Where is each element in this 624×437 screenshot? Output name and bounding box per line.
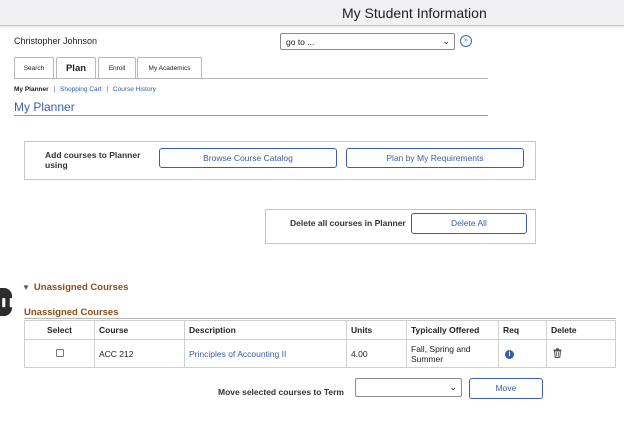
unassigned-table-title: Unassigned Courses (24, 307, 119, 318)
move-button[interactable]: Move (469, 378, 543, 399)
tab-my-academics[interactable]: My Academics (137, 57, 202, 78)
tab-enroll[interactable]: Enroll (98, 57, 136, 78)
subnav-separator: | (106, 86, 109, 93)
select-cell (24, 339, 95, 368)
column-header-typically-offered: Typically Offered (406, 320, 499, 340)
unassigned-courses-toggle[interactable]: ▼ Unassigned Courses (22, 282, 128, 293)
column-header-req: Req (498, 320, 547, 340)
info-icon[interactable]: i (505, 350, 514, 359)
subnav-separator: | (53, 86, 56, 93)
tab-plan[interactable]: Plan (56, 57, 96, 79)
side-panel-toggle[interactable]: ❚❚ (0, 288, 16, 316)
subnav-my-planner: My Planner (14, 86, 49, 93)
unassigned-courses-table: Select Course Description Units Typicall… (24, 320, 616, 368)
page-header-title: My Student Information (342, 5, 487, 21)
unassigned-section-title: Unassigned Courses (33, 282, 129, 293)
tab-divider (14, 78, 488, 79)
table-header-row: Select Course Description Units Typicall… (24, 320, 616, 340)
column-header-course: Course (94, 320, 185, 340)
select-course-checkbox[interactable] (55, 348, 64, 357)
move-to-term-label: Move selected courses to Term (218, 387, 344, 397)
column-header-select: Select (24, 320, 95, 340)
description-cell: Principles of Accounting II (184, 339, 347, 368)
title-divider (14, 115, 488, 116)
subnav-course-history-link[interactable]: Course History (113, 86, 156, 93)
column-header-description: Description (184, 320, 347, 340)
chevron-down-icon: ⌄ (442, 36, 450, 46)
top-bar: My Student Information (0, 0, 624, 26)
typically-offered-value: Fall, Spring and Summer (406, 339, 499, 368)
add-courses-label: Add courses to Planner using (45, 150, 141, 170)
goto-select[interactable]: go to ... ⌄ (280, 33, 455, 50)
course-description-link[interactable]: Principles of Accounting II (189, 349, 286, 359)
go-button[interactable]: » (460, 35, 472, 47)
table-caption-divider (24, 318, 616, 319)
pause-bars-icon: ❚❚ (0, 297, 16, 307)
req-cell: i (498, 339, 547, 368)
goto-select-value: go to ... (286, 37, 315, 47)
units-value: 4.00 (346, 339, 407, 368)
tab-search[interactable]: Search (14, 57, 54, 78)
page-title: My Planner (14, 100, 75, 114)
chevron-down-icon: ⌄ (449, 382, 457, 392)
double-arrow-right-icon: » (464, 37, 468, 44)
subnav-shopping-cart-link[interactable]: Shopping Cart (60, 86, 102, 93)
column-header-delete: Delete (546, 320, 616, 340)
sub-navigation: My Planner | Shopping Cart | Course Hist… (14, 86, 156, 93)
trash-icon[interactable] (553, 347, 562, 360)
browse-course-catalog-button[interactable]: Browse Course Catalog (159, 148, 337, 168)
delete-all-label: Delete all courses in Planner (290, 218, 406, 228)
delete-all-button[interactable]: Delete All (411, 213, 527, 234)
student-name: Christopher Johnson (14, 36, 98, 46)
column-header-units: Units (346, 320, 407, 340)
collapse-triangle-icon: ▼ (22, 283, 30, 292)
term-select[interactable]: ⌄ (355, 378, 462, 397)
table-row: ACC 212 Principles of Accounting II 4.00… (24, 339, 616, 368)
plan-by-requirements-button[interactable]: Plan by My Requirements (346, 148, 524, 168)
delete-cell (546, 339, 616, 368)
course-code: ACC 212 (94, 339, 185, 368)
